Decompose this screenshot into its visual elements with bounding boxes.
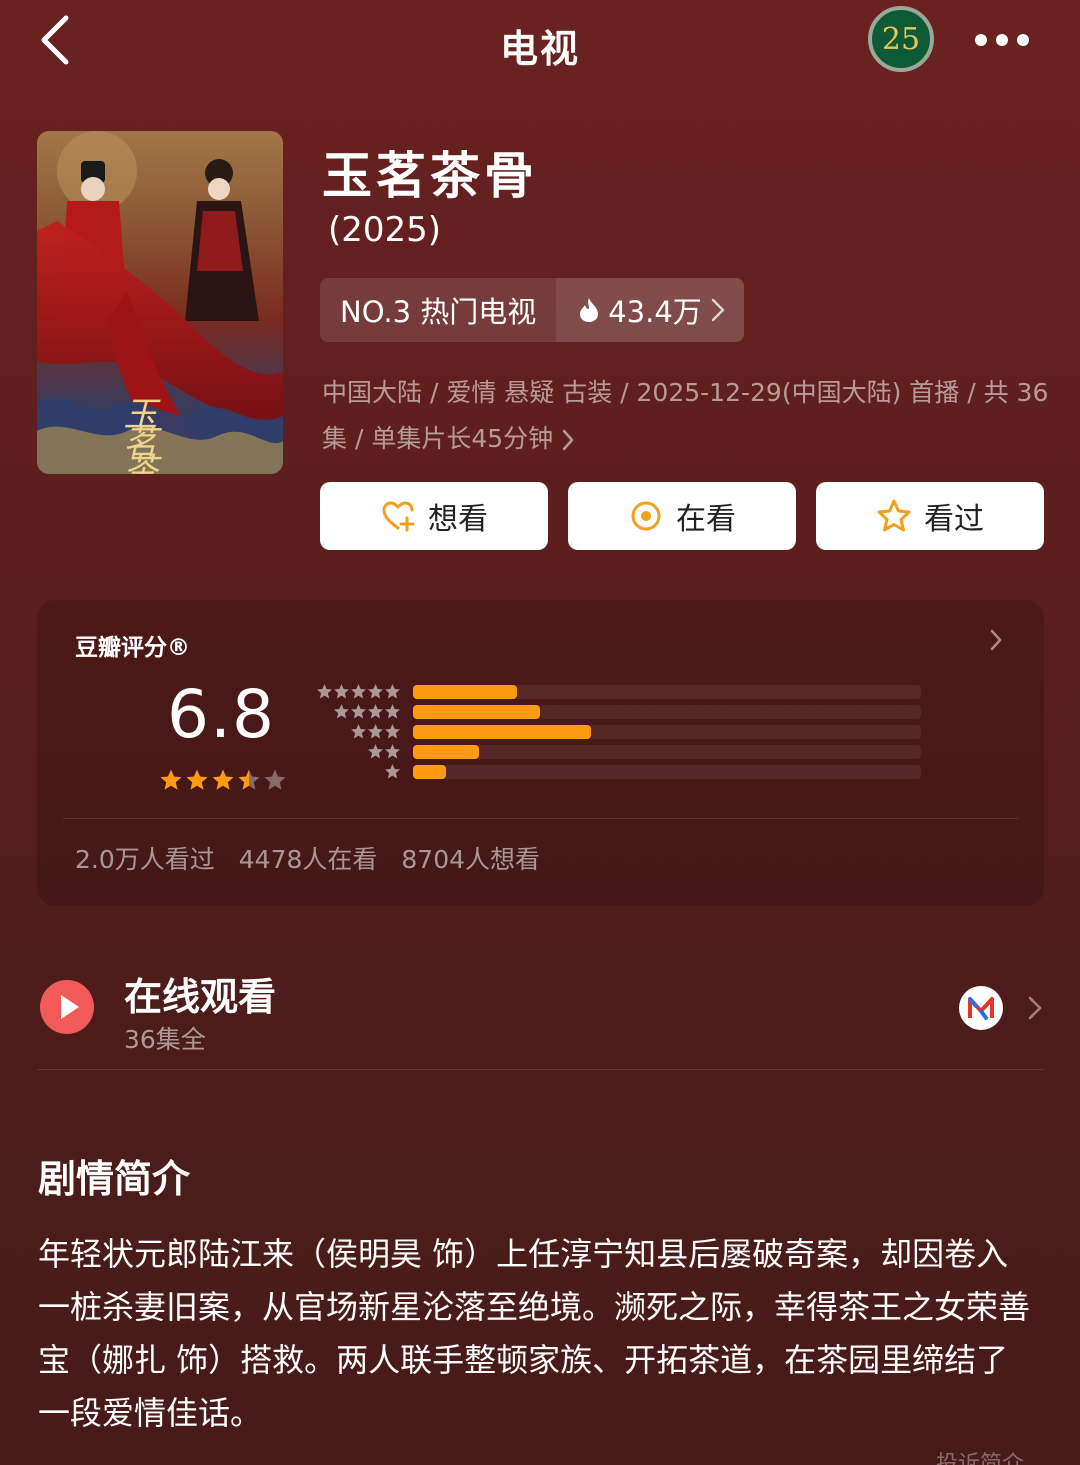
distribution-row <box>307 762 927 782</box>
star-icon <box>160 769 182 790</box>
rating-distribution <box>307 682 927 782</box>
heat-value: 43.4万 <box>608 295 702 329</box>
distribution-bar-track <box>413 745 921 759</box>
distribution-row <box>307 702 927 722</box>
distribution-row <box>307 722 927 742</box>
rating-stars <box>159 768 287 792</box>
heart-plus-icon <box>380 498 416 534</box>
distribution-bar-fill <box>413 705 540 719</box>
distribution-row <box>307 742 927 762</box>
divider <box>37 1069 1044 1070</box>
distribution-bar-fill <box>413 685 518 699</box>
star-icon <box>368 724 383 739</box>
star-icon <box>385 704 400 719</box>
star-icon <box>351 684 366 699</box>
distribution-bar-track <box>413 725 921 739</box>
watching-button[interactable]: 在看 <box>568 482 796 550</box>
star-icon <box>334 704 349 719</box>
distribution-stars <box>350 723 401 740</box>
year-badge[interactable]: 25 <box>868 6 934 72</box>
want-count: 8704人想看 <box>401 845 541 874</box>
more-dots-icon[interactable] <box>975 30 1035 50</box>
flame-icon <box>578 297 600 323</box>
chevron-right-icon[interactable] <box>1027 995 1043 1021</box>
watched-button[interactable]: 看过 <box>816 482 1044 550</box>
star-icon <box>368 704 383 719</box>
distribution-bar-fill <box>413 725 591 739</box>
distribution-bar-track <box>413 765 921 779</box>
distribution-stars <box>367 743 401 760</box>
distribution-row <box>307 682 927 702</box>
watching-label: 在看 <box>676 502 736 537</box>
watched-label: 看过 <box>924 502 984 537</box>
distribution-bar-track <box>413 685 921 699</box>
provider-logo-icon[interactable] <box>959 986 1003 1030</box>
chevron-right-icon <box>561 428 575 452</box>
poster-image[interactable]: 玉茗茶骨 <box>37 131 283 474</box>
show-meta-text: 中国大陆 / 爱情 悬疑 古装 / 2025-12-29(中国大陆) 首播 / … <box>322 378 1049 453</box>
star-icon <box>186 769 208 790</box>
star-icon <box>317 684 332 699</box>
online-watch-row[interactable]: 在线观看 36集全 <box>37 958 1044 1070</box>
star-icon <box>264 769 286 790</box>
show-year: (2025) <box>328 210 442 250</box>
heat-button[interactable]: 43.4万 <box>556 278 744 342</box>
online-watch-subtitle: 36集全 <box>124 1025 206 1054</box>
chevron-right-icon[interactable] <box>989 628 1003 652</box>
divider <box>63 818 1018 819</box>
poster-calligraphy: 玉茗茶骨 <box>117 396 157 474</box>
star-icon <box>334 684 349 699</box>
star-icon <box>368 744 383 759</box>
chevron-right-icon <box>710 297 726 323</box>
rating-score: 6.8 <box>167 676 275 753</box>
star-icon <box>385 724 400 739</box>
star-icon <box>385 764 400 779</box>
distribution-stars <box>333 703 401 720</box>
distribution-stars <box>316 683 401 700</box>
play-icon[interactable] <box>40 980 94 1034</box>
target-circle-icon <box>628 498 664 534</box>
star-outline-icon <box>876 498 912 534</box>
distribution-bar-fill <box>413 765 447 779</box>
online-watch-title: 在线观看 <box>124 975 277 1019</box>
action-buttons: 想看 在看 看过 <box>320 482 1044 550</box>
star-icon <box>212 769 234 790</box>
watch-stats: 2.0万人看过 4478人在看 8704人想看 <box>75 840 540 876</box>
want-to-watch-button[interactable]: 想看 <box>320 482 548 550</box>
rating-label: 豆瓣评分® <box>75 635 190 661</box>
rank-label[interactable]: NO.3 热门电视 <box>320 278 557 342</box>
watched-count: 2.0万人看过 <box>75 845 215 874</box>
star-icon <box>351 704 366 719</box>
distribution-bar-fill <box>413 745 480 759</box>
star-icon <box>368 684 383 699</box>
star-icon <box>385 744 400 759</box>
star-icon <box>238 769 260 790</box>
star-icon <box>351 724 366 739</box>
report-synopsis-link[interactable]: 投诉简介 <box>936 1446 1024 1465</box>
watching-count: 4478人在看 <box>238 845 378 874</box>
synopsis-title: 剧情简介 <box>38 1157 191 1201</box>
rating-card[interactable]: 豆瓣评分® 6.8 2.0万人看过 4478人在看 8704人想看 <box>37 600 1044 906</box>
rank-pill: NO.3 热门电视 43.4万 <box>320 278 744 342</box>
show-meta[interactable]: 中国大陆 / 爱情 悬疑 古装 / 2025-12-29(中国大陆) 首播 / … <box>322 370 1052 462</box>
show-title: 玉茗茶骨 <box>322 147 538 205</box>
distribution-stars <box>384 763 401 780</box>
want-label: 想看 <box>428 502 488 537</box>
distribution-bar-track <box>413 705 921 719</box>
star-icon <box>385 684 400 699</box>
synopsis-text: 年轻状元郎陆江来（侯明昊 饰）上任淳宁知县后屡破奇案，却因卷入一桩杀妻旧案，从官… <box>38 1235 1031 1432</box>
top-bar: 电视 25 <box>0 0 1080 90</box>
